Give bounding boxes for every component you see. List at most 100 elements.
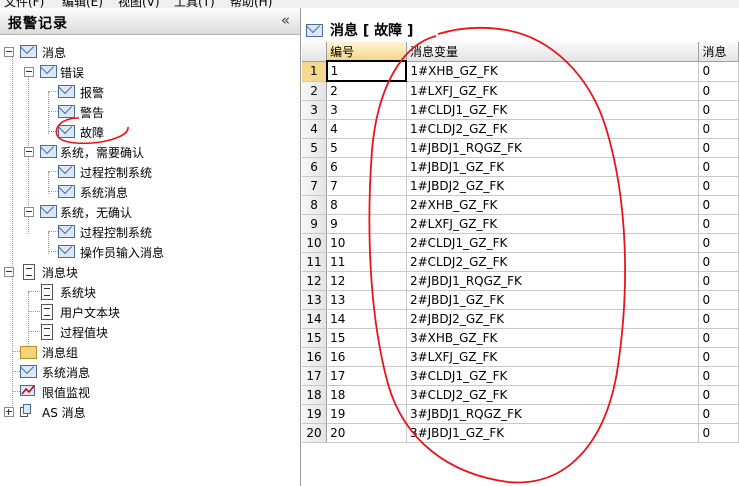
number-cell[interactable]: 4 — [326, 119, 407, 139]
row-header[interactable]: 3 — [302, 100, 328, 120]
number-cell[interactable]: 2 — [326, 81, 407, 101]
message-variable-cell[interactable]: 2#JBDJ1_RQGZ_FK — [406, 271, 700, 291]
message-cell[interactable]: 0 — [698, 328, 739, 348]
table-row[interactable]: 16 16 3#LXFJ_GZ_FK 0 — [302, 347, 739, 367]
message-cell[interactable]: 0 — [698, 100, 739, 120]
message-cell[interactable]: 0 — [698, 366, 739, 386]
message-cell[interactable]: 0 — [698, 138, 739, 158]
row-header[interactable]: 2 — [302, 81, 328, 101]
message-cell[interactable]: 0 — [698, 119, 739, 139]
number-cell[interactable]: 3 — [326, 100, 407, 120]
message-cell[interactable]: 0 — [698, 271, 739, 291]
table-row[interactable]: 8 8 2#XHB_GZ_FK 0 — [302, 195, 739, 215]
row-header[interactable]: 11 — [302, 252, 328, 272]
number-cell[interactable]: 13 — [326, 290, 407, 310]
message-cell[interactable]: 0 — [698, 61, 739, 82]
table-row[interactable]: 15 15 3#XHB_GZ_FK 0 — [302, 328, 739, 348]
number-cell[interactable]: 20 — [326, 423, 407, 443]
table-row[interactable]: 4 4 1#CLDJ2_GZ_FK 0 — [302, 119, 739, 139]
column-header-message[interactable]: 消息 — [698, 42, 739, 62]
message-variable-cell[interactable]: 1#JBDJ1_RQGZ_FK — [406, 138, 700, 158]
message-variable-cell[interactable]: 2#CLDJ1_GZ_FK — [406, 233, 700, 253]
collapse-toggle[interactable] — [24, 147, 34, 157]
table-row[interactable]: 13 13 2#JBDJ1_GZ_FK 0 — [302, 290, 739, 310]
column-header-message-variable[interactable]: 消息变量 — [406, 42, 700, 62]
collapse-toggle[interactable] — [24, 207, 34, 217]
message-variable-cell[interactable]: 2#JBDJ1_GZ_FK — [406, 290, 700, 310]
row-header[interactable]: 6 — [302, 157, 328, 177]
collapse-toggle[interactable] — [4, 47, 14, 57]
row-header[interactable]: 13 — [302, 290, 328, 310]
table-row[interactable]: 6 6 1#JBDJ1_GZ_FK 0 — [302, 157, 739, 177]
number-cell[interactable]: 9 — [326, 214, 407, 234]
row-header[interactable]: 14 — [302, 309, 328, 329]
message-variable-cell[interactable]: 1#JBDJ1_GZ_FK — [406, 157, 700, 177]
collapse-toggle[interactable] — [4, 267, 14, 277]
row-header[interactable]: 10 — [302, 233, 328, 253]
message-cell[interactable]: 0 — [698, 404, 739, 424]
row-header[interactable]: 19 — [302, 404, 328, 424]
table-row[interactable]: 9 9 2#LXFJ_GZ_FK 0 — [302, 214, 739, 234]
corner-cell[interactable] — [302, 42, 328, 62]
menu-view[interactable]: 视图(V) — [118, 0, 160, 8]
number-cell[interactable]: 7 — [326, 176, 407, 196]
table-row[interactable]: 20 20 3#JBDJ1_GZ_FK 0 — [302, 423, 739, 443]
table-row[interactable]: 10 10 2#CLDJ1_GZ_FK 0 — [302, 233, 739, 253]
menu-file[interactable]: 文件(F) — [4, 0, 44, 8]
message-cell[interactable]: 0 — [698, 347, 739, 367]
row-header[interactable]: 9 — [302, 214, 328, 234]
message-cell[interactable]: 0 — [698, 423, 739, 443]
number-cell[interactable]: 1 — [325, 60, 408, 82]
menu-help[interactable]: 帮助(H) — [230, 0, 272, 8]
number-cell[interactable]: 10 — [326, 233, 407, 253]
message-cell[interactable]: 0 — [698, 252, 739, 272]
message-variable-cell[interactable]: 2#JBDJ2_GZ_FK — [406, 309, 700, 329]
message-cell[interactable]: 0 — [698, 176, 739, 196]
row-header[interactable]: 4 — [302, 119, 328, 139]
row-header[interactable]: 20 — [302, 423, 328, 443]
row-header[interactable]: 1 — [302, 61, 328, 82]
number-cell[interactable]: 17 — [326, 366, 407, 386]
collapse-toggle[interactable] — [24, 67, 34, 77]
message-cell[interactable]: 0 — [698, 157, 739, 177]
message-variable-cell[interactable]: 3#XHB_GZ_FK — [406, 328, 700, 348]
row-header[interactable]: 7 — [302, 176, 328, 196]
message-variable-cell[interactable]: 2#CLDJ2_GZ_FK — [406, 252, 700, 272]
menu-tools[interactable]: 工具(T) — [174, 0, 215, 8]
collapse-panel-button[interactable]: « — [281, 11, 290, 29]
menu-edit[interactable]: 编辑(E) — [62, 0, 103, 8]
table-row[interactable]: 17 17 3#CLDJ1_GZ_FK 0 — [302, 366, 739, 386]
row-header[interactable]: 18 — [302, 385, 328, 405]
number-cell[interactable]: 12 — [326, 271, 407, 291]
number-cell[interactable]: 15 — [326, 328, 407, 348]
table-row[interactable]: 7 7 1#JBDJ2_GZ_FK 0 — [302, 176, 739, 196]
table-row[interactable]: 3 3 1#CLDJ1_GZ_FK 0 — [302, 100, 739, 120]
table-row[interactable]: 5 5 1#JBDJ1_RQGZ_FK 0 — [302, 138, 739, 158]
message-variable-cell[interactable]: 1#XHB_GZ_FK — [406, 61, 700, 82]
row-header[interactable]: 5 — [302, 138, 328, 158]
table-row[interactable]: 19 19 3#JBDJ1_RQGZ_FK 0 — [302, 404, 739, 424]
row-header[interactable]: 12 — [302, 271, 328, 291]
column-header-number[interactable]: 编号 — [326, 42, 407, 62]
message-variable-cell[interactable]: 1#JBDJ2_GZ_FK — [406, 176, 700, 196]
expand-toggle[interactable] — [4, 407, 14, 417]
table-row[interactable]: 2 2 1#LXFJ_GZ_FK 0 — [302, 81, 739, 101]
table-row[interactable]: 14 14 2#JBDJ2_GZ_FK 0 — [302, 309, 739, 329]
message-variable-cell[interactable]: 3#JBDJ1_GZ_FK — [406, 423, 700, 443]
row-header[interactable]: 15 — [302, 328, 328, 348]
message-variable-cell[interactable]: 3#JBDJ1_RQGZ_FK — [406, 404, 700, 424]
message-cell[interactable]: 0 — [698, 195, 739, 215]
message-variable-cell[interactable]: 3#LXFJ_GZ_FK — [406, 347, 700, 367]
message-variable-cell[interactable]: 2#LXFJ_GZ_FK — [406, 214, 700, 234]
row-header[interactable]: 8 — [302, 195, 328, 215]
table-row[interactable]: 12 12 2#JBDJ1_RQGZ_FK 0 — [302, 271, 739, 291]
number-cell[interactable]: 6 — [326, 157, 407, 177]
message-variable-cell[interactable]: 3#CLDJ2_GZ_FK — [406, 385, 700, 405]
number-cell[interactable]: 18 — [326, 385, 407, 405]
row-header[interactable]: 17 — [302, 366, 328, 386]
table-row[interactable]: 11 11 2#CLDJ2_GZ_FK 0 — [302, 252, 739, 272]
row-header[interactable]: 16 — [302, 347, 328, 367]
message-cell[interactable]: 0 — [698, 81, 739, 101]
number-cell[interactable]: 8 — [326, 195, 407, 215]
number-cell[interactable]: 14 — [326, 309, 407, 329]
